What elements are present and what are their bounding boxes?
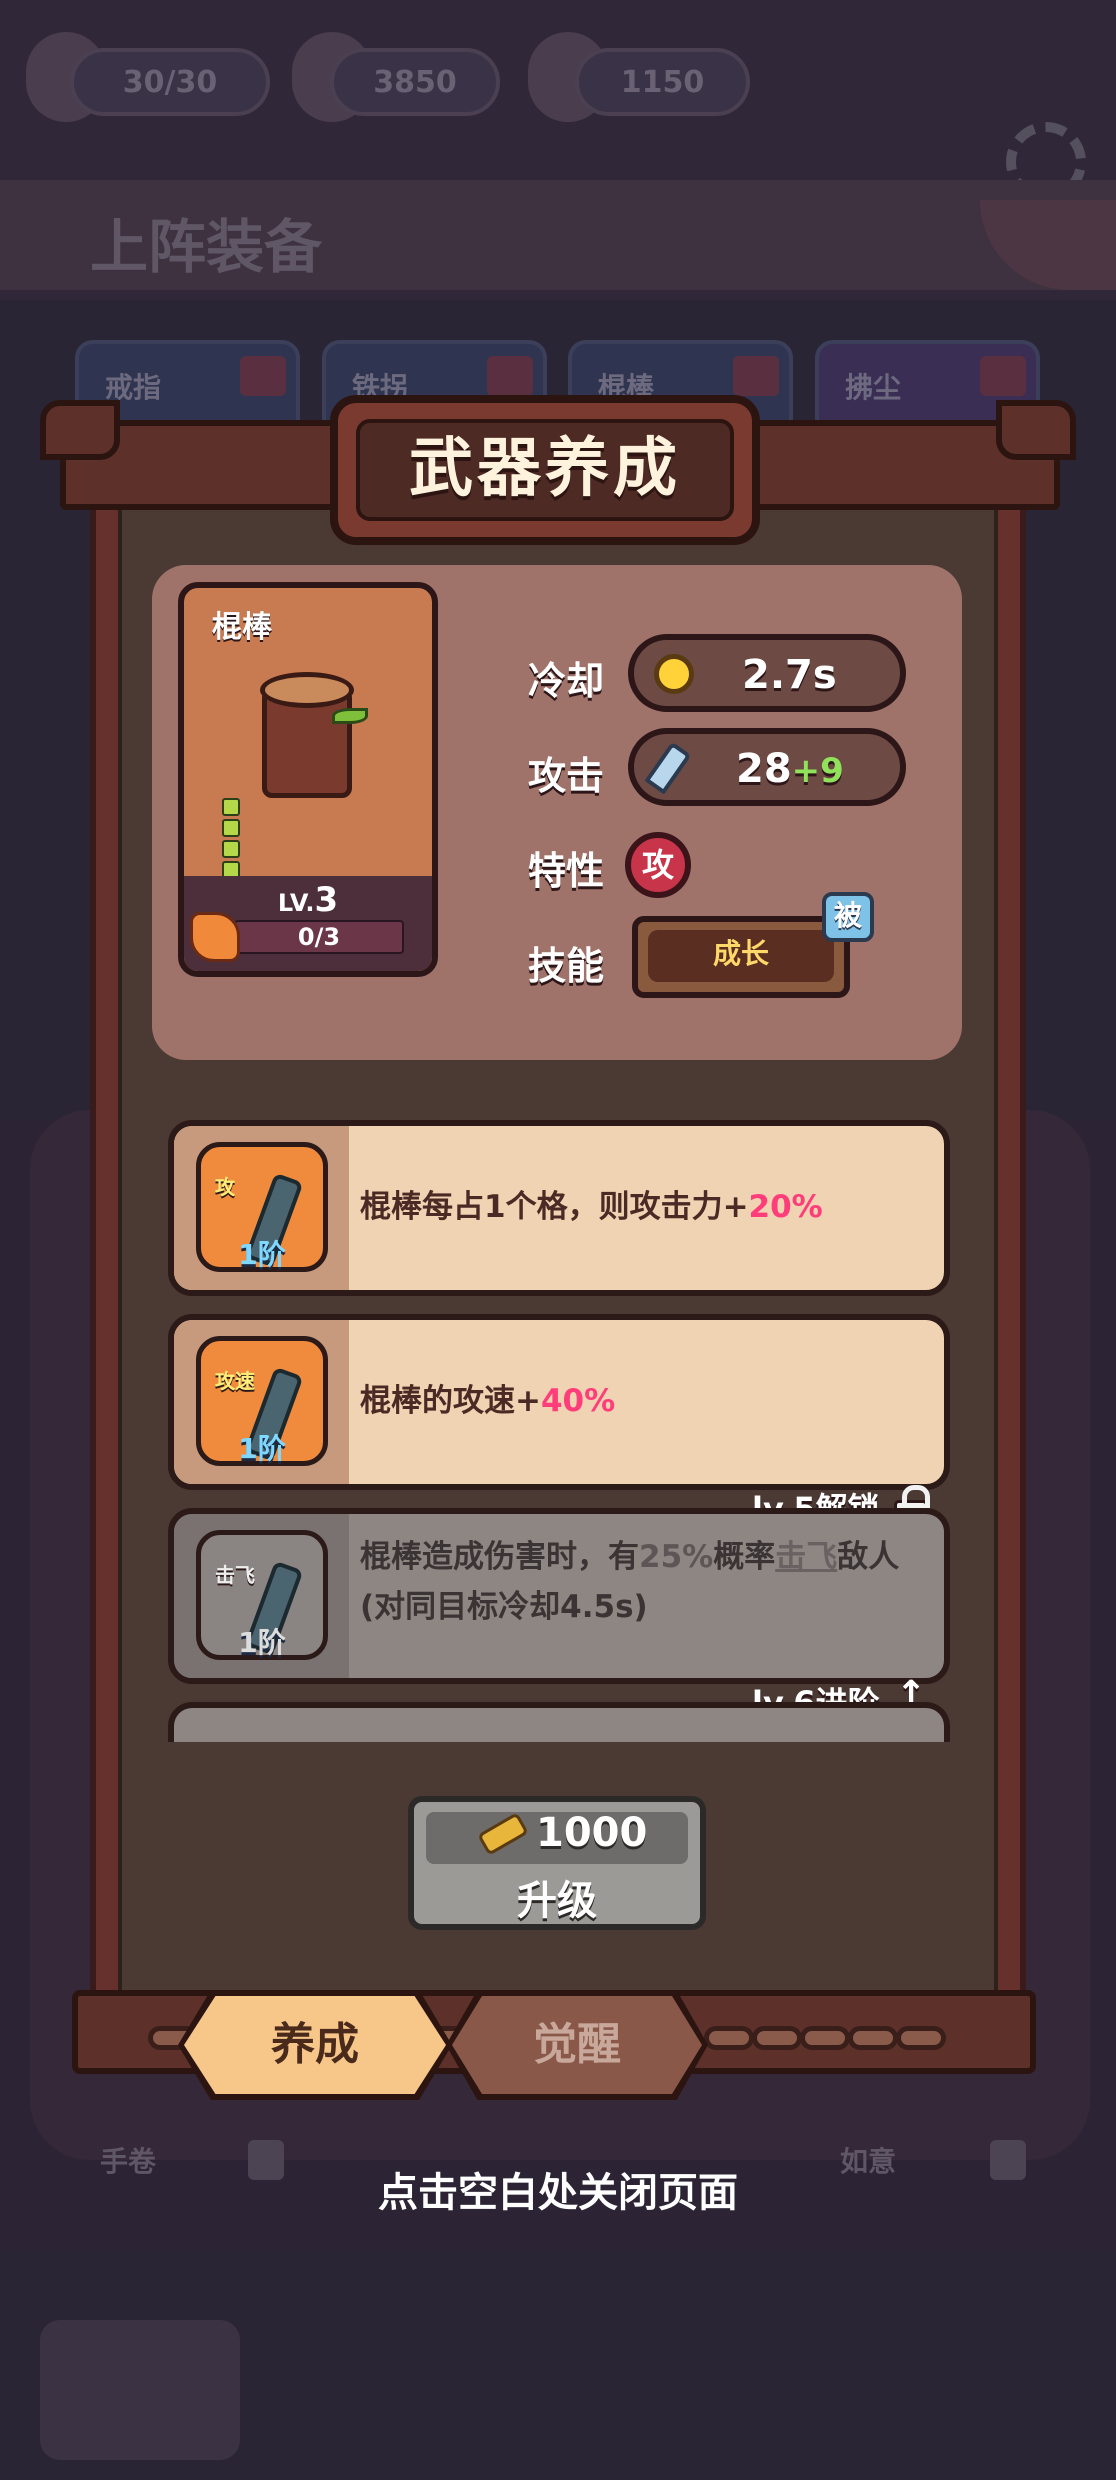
tab-cultivate[interactable]: 养成 [184, 1996, 446, 2094]
leaf-icon [332, 708, 368, 724]
perk-icon: 攻速 1阶 [196, 1336, 328, 1466]
perk-row[interactable]: 攻速 1阶 棍棒的攻速+40% [168, 1314, 950, 1490]
chain-link [800, 2026, 850, 2050]
size-pip [222, 798, 240, 816]
frame-beam-end [40, 400, 120, 460]
cooldown-value: 2.7s [742, 652, 837, 698]
frame-beam-end [996, 400, 1076, 460]
sword-icon [644, 741, 692, 795]
perk-tier: 1阶 [238, 1238, 286, 1271]
close-hint[interactable]: 点击空白处关闭页面 [0, 2160, 1116, 2218]
skill-label: 技能 [528, 944, 605, 988]
log-top [260, 672, 354, 708]
cooldown-label: 冷却 [528, 659, 605, 703]
tab-awaken[interactable]: 觉醒 [452, 1996, 702, 2094]
perk-row[interactable]: 攻 1阶 棍棒每占1个格，则攻击力+20% [168, 1120, 950, 1296]
trait-badge[interactable]: 攻 [625, 832, 691, 898]
perk-description: 棍棒的攻速+40% [360, 1383, 616, 1419]
popup-title: 武器养成 [409, 432, 681, 506]
passive-tag: 被 [822, 892, 874, 942]
skill-name: 成长 [648, 930, 834, 982]
stopwatch-icon [654, 654, 694, 694]
perk-description: 棍棒造成伤害时，有25%概率击飞敌人(对同目标冷却4.5s) [360, 1539, 900, 1625]
perk-row[interactable]: 击飞 1阶 棍棒造成伤害时，有25%概率击飞敌人(对同目标冷却4.5s) [168, 1508, 950, 1684]
perk-icon: 击飞 1阶 [196, 1530, 328, 1660]
attack-bonus: +9 [791, 751, 844, 791]
upgrade-cost: 1000 [536, 1810, 648, 1856]
puzzle-piece-icon [190, 912, 240, 962]
weapon-name: 棍棒 [212, 610, 272, 645]
upgrade-button[interactable]: 1000 升级 [408, 1796, 706, 1930]
chain-link [752, 2026, 802, 2050]
skill-button[interactable]: 成长 [632, 916, 850, 998]
attack-value: 28+9 [736, 746, 844, 792]
size-pip [222, 840, 240, 858]
perk-tier: 1阶 [238, 1626, 286, 1659]
chain-link [848, 2026, 898, 2050]
upgrade-label: 升级 [517, 1878, 597, 1924]
attack-label: 攻击 [528, 754, 605, 798]
resource-keys: 3850 [330, 48, 500, 116]
cooldown-pill: 2.7s [628, 634, 906, 712]
trait-label: 特性 [528, 849, 605, 893]
perk-icon: 攻 1阶 [196, 1142, 328, 1272]
size-pip [222, 819, 240, 837]
knockback-link[interactable]: 击飞 [775, 1539, 837, 1575]
resource-gems: 1150 [575, 48, 750, 116]
background-title: 上阵装备 [90, 213, 323, 281]
attack-pill: 28+9 [628, 728, 906, 806]
perk-tag: 攻 [215, 1175, 235, 1199]
chain-link [896, 2026, 946, 2050]
perk-tag: 击飞 [215, 1563, 255, 1587]
resource-energy: 30/30 [70, 48, 270, 116]
chain-link [704, 2026, 754, 2050]
perk-tier: 1阶 [238, 1432, 286, 1465]
shard-progress: 0/3 [234, 920, 404, 954]
title-plate: 武器养成 [330, 395, 760, 545]
back-arrow-icon[interactable] [40, 2320, 240, 2460]
perk-tag: 攻速 [215, 1369, 255, 1393]
perk-description: 棍棒每占1个格，则攻击力+20% [360, 1189, 823, 1225]
perk-row[interactable] [168, 1702, 950, 1742]
